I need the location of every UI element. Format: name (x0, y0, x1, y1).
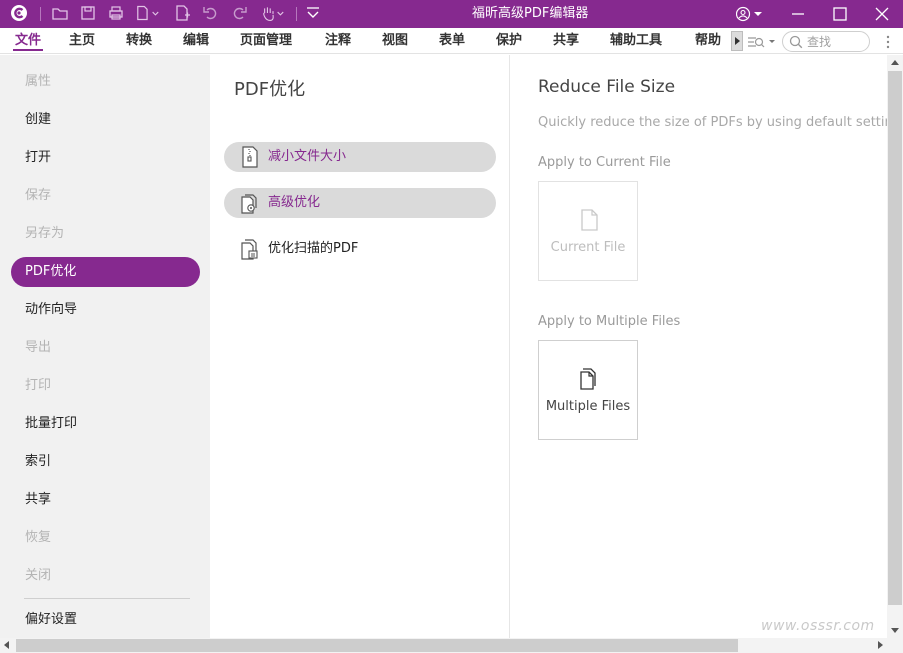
optimize-options-panel: PDF优化 减小文件大小 高级优化 优化扫描的PDF (210, 55, 510, 638)
sidebar-item-share[interactable]: 共享 (11, 485, 200, 515)
option-advanced-optimize[interactable]: 高级优化 (224, 188, 496, 218)
multiple-files-icon (578, 367, 600, 391)
tile-label: Multiple Files (545, 399, 631, 414)
minimize-icon[interactable] (778, 0, 818, 28)
scroll-up-arrow-icon[interactable] (891, 60, 899, 65)
toolbar-separator (296, 7, 297, 21)
search-box[interactable] (782, 31, 870, 52)
save-icon[interactable] (79, 4, 99, 24)
tab-comment[interactable]: 注释 (325, 28, 351, 54)
sidebar-divider (24, 598, 190, 599)
sidebar-item-batch-print[interactable]: 批量打印 (11, 409, 200, 439)
scroll-left-arrow-icon[interactable] (4, 641, 9, 649)
tab-convert[interactable]: 转换 (126, 28, 152, 54)
sidebar-item-save-as[interactable]: 另存为 (11, 219, 200, 249)
app-logo-icon[interactable] (10, 4, 30, 24)
option-label: 减小文件大小 (268, 149, 347, 164)
scroll-right-arrow-icon[interactable] (878, 641, 883, 649)
tile-label: Current File (550, 240, 626, 255)
tab-edit[interactable]: 编辑 (183, 28, 209, 54)
section-title: Reduce File Size (538, 77, 676, 97)
option-optimize-scanned-pdf[interactable]: 优化扫描的PDF (224, 234, 496, 264)
multiple-files-heading: Apply to Multiple Files (538, 314, 681, 329)
customize-dropdown-icon[interactable] (304, 4, 324, 24)
tab-page-management[interactable]: 页面管理 (240, 28, 292, 54)
sidebar-item-index[interactable]: 索引 (11, 447, 200, 477)
scroll-down-arrow-icon[interactable] (891, 628, 899, 633)
multiple-files-button[interactable]: Multiple Files (538, 340, 638, 440)
sidebar-item-save[interactable]: 保存 (11, 181, 200, 211)
new-page-icon[interactable] (174, 4, 194, 24)
tab-accessibility-tools[interactable]: 辅助工具 (610, 28, 662, 54)
horizontal-scrollbar[interactable] (0, 638, 887, 653)
advanced-optimize-icon (240, 192, 260, 214)
title-bar: 福昕高级PDF编辑器 (0, 0, 903, 28)
tab-scroll-right-button[interactable] (731, 31, 743, 51)
maximize-icon[interactable] (820, 0, 860, 28)
vertical-scroll-thumb[interactable] (888, 71, 902, 605)
vertical-scrollbar[interactable] (887, 55, 903, 638)
current-file-heading: Apply to Current File (538, 155, 671, 170)
current-file-button[interactable]: Current File (538, 181, 638, 281)
zip-file-icon (240, 146, 260, 168)
option-reduce-file-size[interactable]: 减小文件大小 (224, 142, 496, 172)
backstage-sidebar: 属性 创建 打开 保存 另存为 PDF优化 动作向导 导出 打印 批量打印 索引… (0, 55, 210, 638)
sidebar-item-preferences[interactable]: 偏好设置 (11, 605, 200, 635)
sidebar-item-export[interactable]: 导出 (11, 333, 200, 363)
tell-me-icon[interactable] (746, 33, 780, 51)
sidebar-item-properties[interactable]: 属性 (11, 67, 200, 97)
print-icon[interactable] (107, 4, 127, 24)
hand-tool-icon[interactable] (260, 4, 288, 24)
tab-view[interactable]: 视图 (382, 28, 408, 54)
undo-icon[interactable] (202, 4, 222, 24)
sidebar-item-close[interactable]: 关闭 (11, 561, 200, 591)
window-title: 福昕高级PDF编辑器 (472, 6, 589, 21)
new-file-icon[interactable] (135, 4, 163, 24)
redo-icon[interactable] (230, 4, 250, 24)
sidebar-item-print[interactable]: 打印 (11, 371, 200, 401)
option-label: 高级优化 (268, 195, 321, 210)
open-folder-icon[interactable] (51, 4, 71, 24)
horizontal-scroll-thumb[interactable] (16, 639, 738, 652)
tab-form[interactable]: 表单 (439, 28, 465, 54)
sidebar-item-create[interactable]: 创建 (11, 105, 200, 135)
sidebar-item-restore[interactable]: 恢复 (11, 523, 200, 553)
more-options-icon[interactable] (883, 34, 893, 50)
tab-file[interactable]: 文件 (12, 28, 44, 54)
file-icon (578, 208, 600, 232)
close-icon[interactable] (862, 0, 902, 28)
section-description: Quickly reduce the size of PDFs by using… (538, 115, 903, 130)
tab-share[interactable]: 共享 (553, 28, 579, 54)
sidebar-item-open[interactable]: 打开 (11, 143, 200, 173)
tab-home[interactable]: 主页 (69, 28, 95, 54)
tab-help[interactable]: 帮助 (695, 28, 721, 54)
toolbar-separator (40, 7, 41, 21)
search-input[interactable] (807, 33, 865, 50)
tab-protect[interactable]: 保护 (496, 28, 522, 54)
scrollbar-corner (887, 638, 903, 653)
reduce-file-size-panel: Reduce File Size Quickly reduce the size… (511, 55, 903, 638)
scanned-pdf-icon (240, 238, 260, 260)
account-dropdown-icon[interactable] (746, 0, 766, 28)
search-icon (789, 35, 803, 49)
sidebar-item-action-wizard[interactable]: 动作向导 (11, 295, 200, 325)
panel-title: PDF优化 (234, 79, 306, 100)
sidebar-item-pdf-optimize[interactable]: PDF优化 (11, 257, 200, 287)
watermark: www.osssr.com (761, 618, 875, 634)
option-label: 优化扫描的PDF (268, 241, 359, 256)
